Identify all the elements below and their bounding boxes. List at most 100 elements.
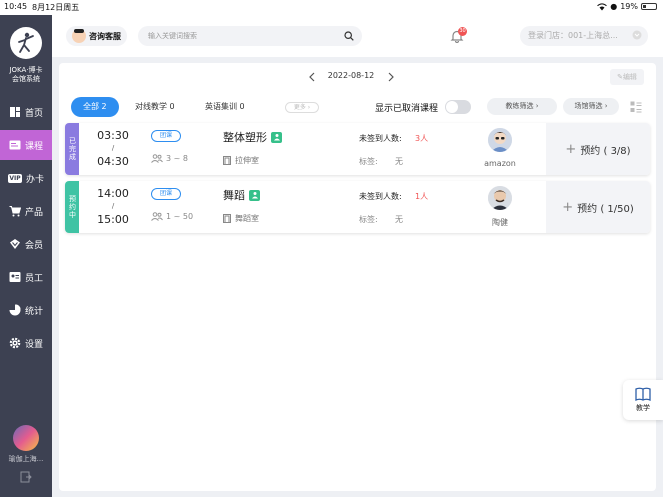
search-placeholder: 输入关键词搜索 [148,32,197,40]
teaching-button[interactable]: 教学 [623,380,663,420]
people-icon [151,212,163,221]
coach-avatar[interactable] [488,128,512,152]
end-time: 04:30 [97,155,129,168]
store-select[interactable]: 登录门店：001-上海总... [520,26,648,46]
logout-icon[interactable] [20,471,32,483]
chevron-right-icon[interactable] [386,71,396,83]
tags-label: 标签: [359,215,378,224]
member-icon [9,238,21,250]
store-name: 瑜伽上海... [8,455,44,463]
vip-icon: VIP [7,173,22,183]
sidebar-item-stats[interactable]: 统计 [0,295,52,325]
avatar-icon [488,128,512,152]
tags-label: 标签: [359,157,378,166]
sidebar-item-card[interactable]: VIP 办卡 [0,163,52,193]
sidebar-item-settings[interactable]: 设置 [0,328,52,358]
edit-button[interactable]: ✎编辑 [610,69,644,85]
status-tag-completed: 已完成 [65,123,79,175]
more-button[interactable]: 更多 › [285,102,319,113]
dancer-logo-icon [18,32,34,53]
coach-name: amazon [484,159,516,168]
course-type-tag: 团课 [151,188,181,200]
book-icon [635,387,651,401]
service-avatar-icon [72,29,86,43]
sidebar-item-home[interactable]: 首页 [0,97,52,127]
capacity-range: 3 ~ 8 [166,154,188,163]
sidebar-item-label: 产品 [24,207,43,218]
search-icon[interactable] [344,31,354,41]
customer-service-button[interactable]: 咨询客服 [66,26,127,46]
edit-label: 编辑 [622,73,637,81]
start-time: 03:30 [97,129,129,142]
top-header: 咨询客服 输入关键词搜索 30 登录门店：001-上海总... [52,15,663,57]
chevron-left-icon[interactable] [307,71,317,83]
coach-avatar[interactable] [488,186,512,210]
course-card[interactable]: 预约中 14:00 / 15:00 团课 1 ~ 50 舞蹈 舞蹈室 未签到人数… [65,181,650,233]
coach-name: 陶健 [492,218,508,227]
booking-label: 预约 ( 3/8) [580,145,631,157]
chevron-down-icon [632,30,642,40]
notification-badge: 30 [458,27,467,36]
course-type-tag: 团课 [151,130,181,142]
venue-filter-button[interactable]: 场馆筛选 › [563,98,619,115]
show-cancelled-toggle[interactable] [445,100,471,114]
sidebar-item-course[interactable]: 课程 [0,130,52,160]
people-icon [151,154,163,163]
show-cancelled-label: 显示已取消课程 [375,104,439,114]
status-date: 8月12日周五 [32,3,80,12]
battery-icon [641,3,657,10]
course-card[interactable]: 已完成 03:30 / 04:30 团课 3 ~ 8 整体塑形 拉伸室 未签到人… [65,123,650,175]
store-select-value: 登录门店：001-上海总... [528,31,618,40]
status-right: ● 19% [597,2,657,11]
course-icon [9,139,21,151]
tab-english-training[interactable]: 英语集训 0 [205,97,245,117]
sidebar: JOKA·博卡 会馆系统 首页 课程 VIP 办卡 产品 会员 员工 统计 设置… [0,15,52,497]
status-time: 10:45 [4,2,28,11]
time-separator: / [111,202,115,210]
unsigned-count: 3人 [415,134,429,143]
booking-label: 预约 ( 1/50) [577,203,634,215]
capacity: 3 ~ 8 [151,154,188,163]
person-badge-icon [271,131,282,143]
capacity-range: 1 ~ 50 [166,212,194,221]
course-name: 整体塑形 [223,129,282,145]
sidebar-item-label: 员工 [24,273,43,284]
course-title: 舞蹈 [223,189,245,202]
tab-online-teaching[interactable]: 对线教学 0 [135,97,175,117]
course-title: 整体塑形 [223,131,267,144]
tab-all[interactable]: 全部 2 [71,97,119,117]
sidebar-item-label: 课程 [24,141,43,152]
booking-button[interactable]: + 预约 ( 1/50) [546,181,650,233]
capacity: 1 ~ 50 [151,212,193,221]
door-icon [223,156,231,165]
customer-service-label: 咨询客服 [89,31,121,41]
start-time: 14:00 [97,187,129,200]
main-panel: 2022-08-12 ✎编辑 全部 2 对线教学 0 英语集训 0 更多 › 显… [59,63,656,491]
tags-value: 无 [395,157,403,166]
teaching-label: 教学 [636,404,650,412]
tags-value: 无 [395,215,403,224]
status-tag-booking: 预约中 [65,181,79,233]
sidebar-item-staff[interactable]: 员工 [0,262,52,292]
unsigned-label: 未签到人数: [359,134,402,143]
sidebar-item-product[interactable]: 产品 [0,196,52,226]
person-badge-icon [249,189,260,201]
store-avatar[interactable] [13,425,39,451]
room: 拉伸室 [223,155,259,166]
unsigned-count: 1人 [415,192,429,201]
sidebar-item-member[interactable]: 会员 [0,229,52,259]
unsigned-label: 未签到人数: [359,192,402,201]
grid-view-icon[interactable] [630,101,642,113]
current-date[interactable]: 2022-08-12 [319,71,383,80]
booking-button[interactable]: + 预约 ( 3/8) [546,123,650,175]
moon-icon: ● [610,2,618,11]
room: 舞蹈室 [223,213,259,224]
cart-icon [9,205,21,217]
door-icon [223,214,231,223]
avatar-icon [488,186,512,210]
coach-filter-button[interactable]: 教练筛选 › [487,98,557,115]
home-icon [9,106,21,118]
sidebar-item-label: 首页 [24,108,43,119]
search-input[interactable]: 输入关键词搜索 [138,26,362,46]
time-separator: / [111,144,115,152]
